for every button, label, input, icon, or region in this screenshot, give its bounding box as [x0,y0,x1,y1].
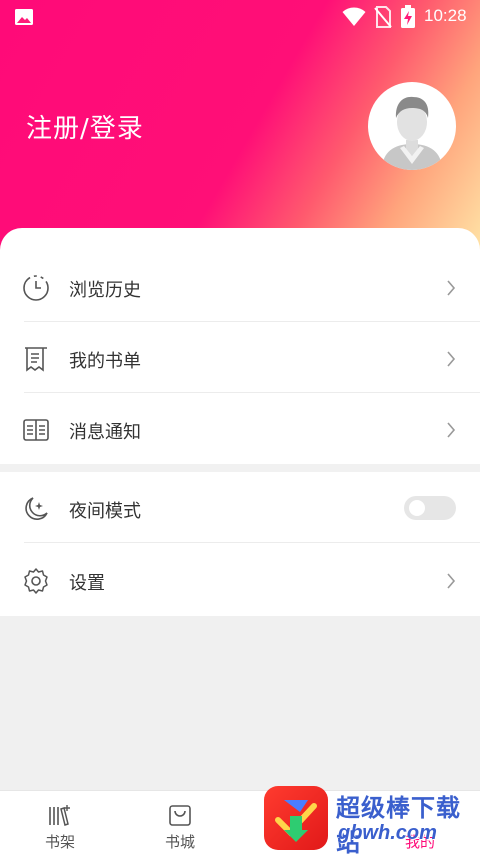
divider [24,321,480,322]
tab-label: 书架 [44,833,75,851]
menu-item-booklist[interactable]: 我的书单 [0,323,480,393]
avatar[interactable] [368,82,456,170]
default-avatar-icon [382,96,442,170]
tab-bookshelf[interactable]: 书架 [0,791,120,854]
menu-item-messages[interactable]: 消息通知 [0,394,480,464]
menu-card: 浏览历史 我的书单 消息通知 夜间模式 设置 [0,228,480,616]
menu-label-history: 浏览历史 [69,280,141,301]
register-login-link[interactable]: 注册/登录 [26,108,144,145]
watermark: 超级棒下载站 gbwh.com [264,784,480,854]
menu-item-history[interactable]: 浏览历史 [0,252,480,322]
tab-label: 书城 [164,833,195,851]
divider [24,392,480,393]
download-site-logo-icon [264,786,328,850]
night-mode-toggle[interactable] [404,496,456,520]
gear-icon [24,568,48,594]
gallery-notification-icon [15,9,33,25]
battery-charging-icon [401,5,415,28]
status-bar: 10:28 [0,0,480,34]
no-sim-icon [374,6,392,28]
menu-label-messages: 消息通知 [69,422,141,443]
clock-history-icon [23,275,49,301]
bookshelf-icon [49,805,70,826]
divider [24,542,480,543]
toggle-knob [409,500,425,516]
menu-label-settings: 设置 [69,573,105,594]
chevron-right-icon [447,280,456,296]
profile-header: 10:28 注册/登录 [0,0,480,260]
watermark-url: gbwh.com [338,822,437,844]
chevron-right-icon [447,351,456,367]
menu-item-settings[interactable]: 设置 [0,545,480,615]
receipt-list-icon [25,347,47,372]
status-time: 10:28 [424,6,467,25]
menu-label-night-mode: 夜间模式 [69,501,141,522]
chevron-right-icon [447,573,456,589]
tab-bookstore[interactable]: 书城 [120,791,240,854]
section-separator [0,464,480,472]
bookstore-bag-icon [169,805,191,826]
wifi-icon [342,7,366,26]
chevron-right-icon [447,422,456,438]
open-book-icon [23,419,49,441]
moon-stars-icon [25,497,48,520]
menu-label-booklist: 我的书单 [69,351,141,372]
